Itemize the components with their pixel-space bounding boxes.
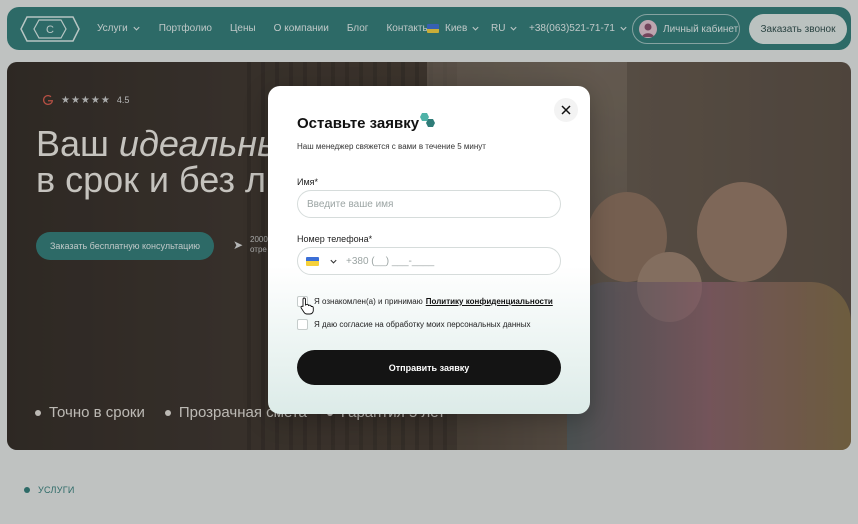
nav-label: Контакты [386, 23, 430, 34]
nav-item-contacts[interactable]: Контакты [386, 23, 429, 34]
nav-label: Цены [230, 23, 256, 34]
consent-text: Я ознакомлен(а) и принимаю [314, 297, 423, 306]
section-label-text: УСЛУГИ [38, 485, 75, 495]
chevron-down-icon [620, 26, 627, 31]
close-icon [561, 105, 571, 115]
site-header: C Услуги Портфолио Цены О компании Блог … [7, 7, 851, 50]
cabinet-label: Личный кабинет [663, 23, 739, 35]
nav-item-portfolio[interactable]: Портфолио [159, 23, 212, 34]
title-italic-text: идеальны [118, 123, 284, 164]
chevron-down-icon [330, 259, 337, 264]
nav-label: Блог [346, 23, 369, 34]
request-modal: Оставьте заявку Наш менеджер свяжется с … [268, 86, 590, 414]
feature-label: Точно в сроки [49, 404, 145, 421]
free-consultation-button[interactable]: Заказать бесплатную консультацию [36, 232, 214, 260]
hexagon-decor-icon [420, 113, 435, 127]
submit-button[interactable]: Отправить заявку [297, 350, 561, 385]
name-placeholder: Введите ваше имя [307, 198, 394, 210]
bullet-icon [35, 409, 41, 416]
order-call-button[interactable]: Заказать звонок [749, 14, 847, 44]
nav-item-blog[interactable]: Блог [347, 23, 369, 34]
phone-input[interactable]: +380 (__) ___-____ [297, 247, 561, 275]
services-section-label: УСЛУГИ [24, 485, 75, 495]
nav-label: Услуги [97, 23, 128, 34]
chevron-down-icon [133, 26, 140, 31]
title-text: в срок и без л [36, 159, 266, 200]
privacy-consent-row: Я ознакомлен(а) и принимаю Политику конф… [297, 296, 553, 307]
main-nav: Услуги Портфолио Цены О компании Блог Ко… [97, 7, 448, 50]
reviews-counter: 2000 отре [250, 235, 270, 255]
ukraine-flag-icon [306, 256, 319, 266]
bullet-icon [24, 487, 30, 493]
arrow-left-icon: ➤ [233, 238, 244, 252]
ukraine-flag-icon [427, 24, 439, 33]
bullet-icon [164, 409, 171, 416]
review-count: 2000 [250, 235, 268, 244]
google-rating: ★★★★★ 4.5 [42, 94, 129, 106]
review-label: отре [250, 245, 267, 254]
consent-text: Я даю согласие на обработку моих персона… [314, 320, 531, 329]
chevron-down-icon [472, 26, 479, 31]
city-label: Киев [445, 23, 468, 34]
feature-item: Точно в сроки [35, 404, 145, 421]
phone-placeholder: +380 (__) ___-____ [346, 255, 435, 267]
nav-label: Портфолио [158, 23, 212, 34]
logo-icon[interactable]: C [19, 15, 81, 43]
country-code-selector[interactable] [306, 256, 338, 266]
hero-title: Ваш идеальны в срок и без л [36, 126, 284, 198]
nav-label: О компании [273, 23, 329, 34]
language-label: RU [491, 23, 506, 34]
name-field-label: Имя* [297, 177, 319, 187]
star-rating-icon: ★★★★★ [61, 94, 111, 106]
personal-cabinet-button[interactable]: Личный кабинет [632, 14, 740, 44]
nav-item-about[interactable]: О компании [274, 23, 329, 34]
hand-cursor-icon [300, 297, 314, 315]
modal-title: Оставьте заявку [297, 115, 420, 132]
avatar [639, 20, 657, 38]
close-button[interactable] [554, 98, 578, 122]
rating-value: 4.5 [116, 95, 130, 105]
svg-text:C: C [46, 24, 54, 36]
phone-number: +38(063)521-71-71 [529, 23, 615, 34]
phone-field-label: Номер телефона* [297, 234, 373, 244]
name-input[interactable]: Введите ваше имя [297, 190, 561, 218]
language-selector[interactable]: RU [491, 7, 518, 50]
nav-item-services[interactable]: Услуги [97, 23, 141, 34]
chevron-down-icon [510, 26, 518, 31]
data-processing-checkbox[interactable] [297, 319, 308, 330]
privacy-policy-link[interactable]: Политику конфиденциальности [426, 297, 553, 306]
city-selector[interactable]: Киев [427, 7, 480, 50]
google-icon [43, 95, 53, 105]
data-consent-row: Я даю согласие на обработку моих персона… [297, 319, 530, 330]
user-icon [642, 23, 654, 37]
phone-selector[interactable]: +38(063)521-71-71 [529, 7, 628, 50]
modal-subtitle: Наш менеджер свяжется с вами в течение 5… [297, 142, 486, 151]
title-text: Ваш [36, 123, 119, 164]
nav-item-prices[interactable]: Цены [230, 23, 256, 34]
